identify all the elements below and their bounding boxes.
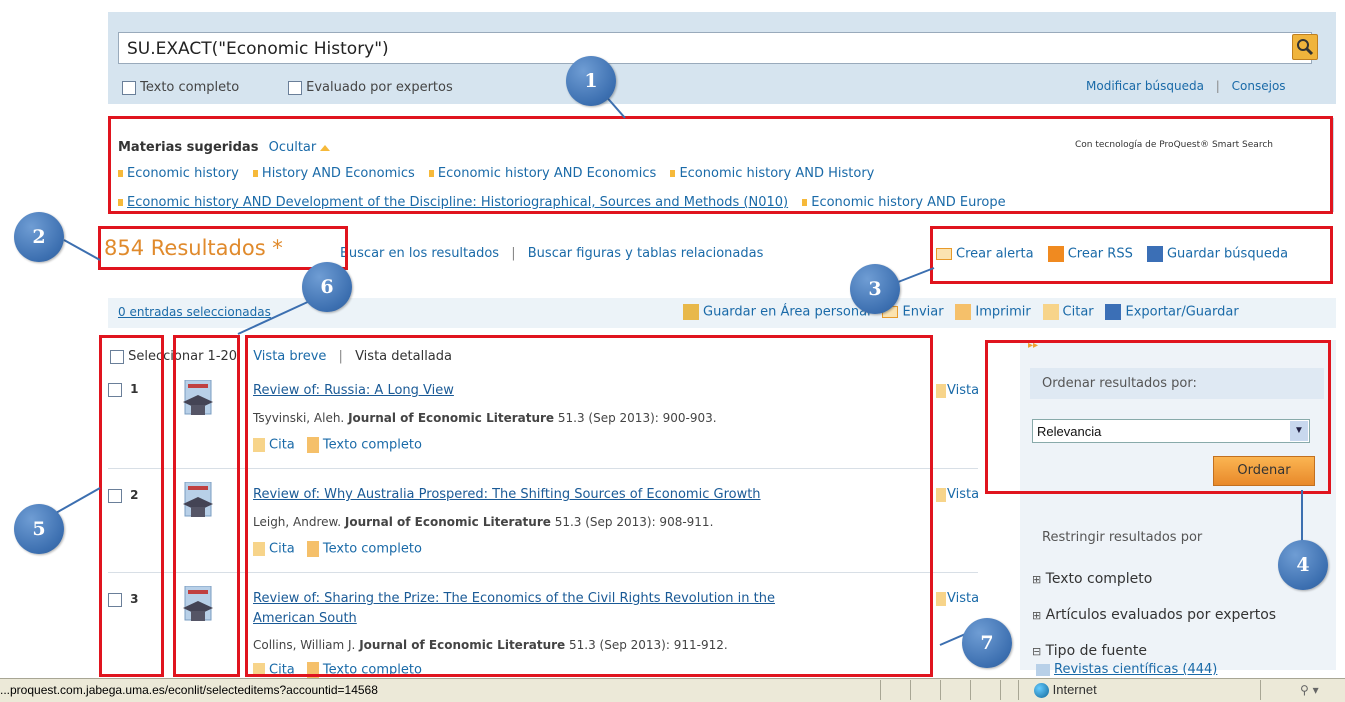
callout-6: 6 [302, 262, 352, 312]
callout-2: 2 [14, 212, 64, 262]
callout-5: 5 [14, 504, 64, 554]
callout-3: 3 [850, 264, 900, 314]
callout-lines [39, 77, 1303, 646]
callout-1: 1 [566, 56, 616, 106]
callout-4: 4 [1278, 540, 1328, 590]
callout-7: 7 [962, 618, 1012, 668]
